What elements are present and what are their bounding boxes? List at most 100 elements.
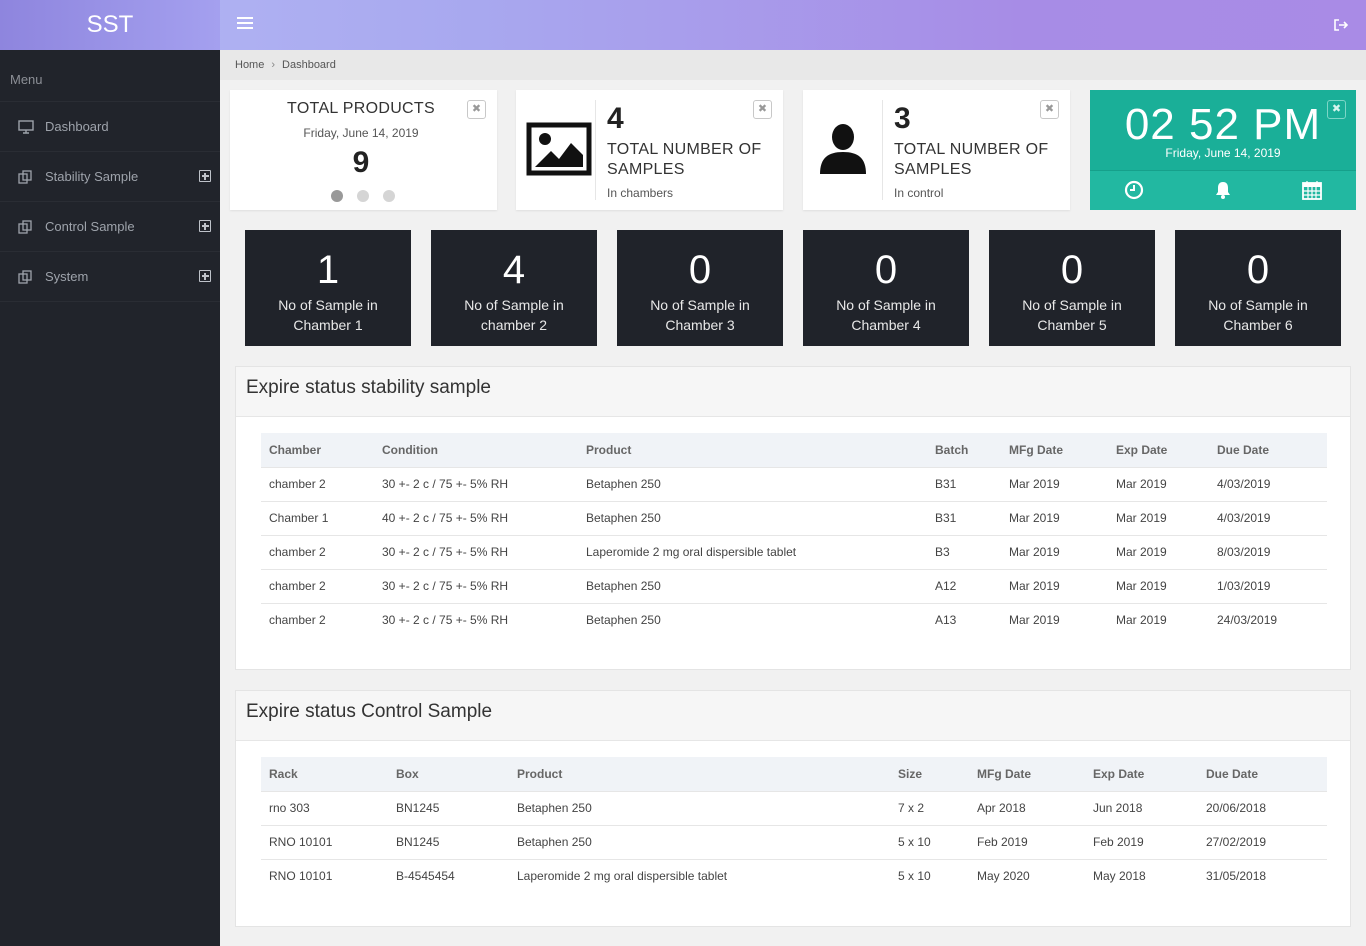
breadcrumb-current: Dashboard — [282, 59, 336, 71]
cell: Betaphen 250 — [509, 824, 890, 859]
cell: B31 — [927, 500, 1001, 535]
cell: 30 +- 2 c / 75 +- 5% RH — [374, 568, 578, 603]
column-header: Product — [586, 442, 632, 457]
carousel-dot[interactable] — [331, 190, 343, 202]
cell: A13 — [927, 602, 1001, 637]
cell: Jun 2018 — [1085, 790, 1198, 825]
image-icon — [526, 122, 592, 176]
carousel-dot[interactable] — [383, 190, 395, 202]
sidebar-item-system[interactable]: System — [0, 252, 220, 302]
chamber-count: 0 — [1246, 248, 1270, 292]
chamber-count: 0 — [688, 248, 712, 292]
chamber-label: No of Sample in Chamber 4 — [836, 297, 936, 333]
chamber-tile[interactable]: 0 No of Sample in Chamber 6 — [1175, 230, 1341, 346]
chamber-tile[interactable]: 0 No of Sample in Chamber 3 — [617, 230, 783, 346]
table-row: chamber 2 30 +- 2 c / 75 +- 5% RH Laperomi… — [261, 534, 1327, 569]
card-date: Friday, June 14, 2019 — [303, 126, 419, 140]
cell: 20/06/2018 — [1198, 790, 1327, 825]
bell-icon[interactable] — [1213, 180, 1233, 200]
chamber-tile[interactable]: 0 No of Sample in Chamber 5 — [989, 230, 1155, 346]
expand-plus-icon[interactable] — [199, 220, 211, 232]
chamber-label: No of Sample in Chamber 1 — [278, 297, 378, 333]
table-row: Chamber 1 40 +- 2 c / 75 +- 5% RH Betaphen… — [261, 500, 1327, 535]
control-expiry-table: Rack Box Product Size MFg Date Exp Date … — [261, 757, 1327, 893]
logout-icon[interactable] — [1333, 17, 1349, 33]
cell: Mar 2019 — [1108, 534, 1209, 569]
carousel-dot[interactable] — [357, 190, 369, 202]
card-value: 3 — [894, 102, 911, 135]
chamber-tile[interactable]: 0 No of Sample in Chamber 4 — [803, 230, 969, 346]
cell: 27/02/2019 — [1198, 824, 1327, 859]
user-icon — [820, 124, 866, 174]
chamber-count: 0 — [1060, 248, 1084, 292]
sidebar: Menu Dashboard Stability Sample Control … — [0, 50, 220, 946]
cell: Feb 2019 — [969, 824, 1085, 859]
column-header: Batch — [935, 442, 969, 457]
chamber-tile[interactable]: 4 No of Sample in chamber 2 — [431, 230, 597, 346]
cell: 30 +- 2 c / 75 +- 5% RH — [374, 602, 578, 637]
cell: B31 — [927, 466, 1001, 501]
cell: chamber 2 — [261, 602, 374, 637]
sidebar-item-dashboard[interactable]: Dashboard — [0, 102, 220, 152]
clock-icon[interactable] — [1124, 180, 1144, 200]
cell: Mar 2019 — [1001, 568, 1108, 603]
cell: Betaphen 250 — [578, 568, 927, 603]
column-header: MFg Date — [977, 766, 1031, 781]
clock-date: Friday, June 14, 2019 — [1165, 146, 1281, 160]
card-label: TOTAL NUMBER OF SAMPLES — [894, 141, 1049, 178]
sidebar-menu-heading: Menu — [0, 50, 220, 102]
close-icon[interactable]: ✖ — [1040, 100, 1059, 119]
breadcrumb: Home › Dashboard — [220, 50, 1366, 80]
cell: Mar 2019 — [1001, 602, 1108, 637]
clock-toolbar — [1090, 170, 1356, 210]
close-icon[interactable]: ✖ — [1327, 100, 1346, 119]
brand-logo[interactable]: SST — [0, 0, 220, 50]
chamber-tile[interactable]: 1 No of Sample in Chamber 1 — [245, 230, 411, 346]
table-row: chamber 2 30 +- 2 c / 75 +- 5% RH Betaphen… — [261, 602, 1327, 637]
sidebar-item-label: System — [45, 269, 89, 284]
cell: 4/03/2019 — [1209, 500, 1327, 535]
cell: rno 303 — [261, 790, 388, 825]
column-header: Exp Date — [1093, 766, 1145, 781]
cell: 24/03/2019 — [1209, 602, 1327, 637]
panel-title: Expire status stability sample — [236, 367, 1350, 417]
sidebar-item-label: Dashboard — [45, 119, 109, 134]
cell: A12 — [927, 568, 1001, 603]
cell: 7 x 2 — [890, 790, 969, 825]
cell: chamber 2 — [261, 568, 374, 603]
top-navbar: SST — [0, 0, 1366, 50]
cell: Mar 2019 — [1001, 534, 1108, 569]
cell: Mar 2019 — [1108, 500, 1209, 535]
table-row: rno 303 BN1245 Betaphen 250 7 x 2 Apr 2018 Ju… — [261, 790, 1327, 825]
cell: Betaphen 250 — [578, 602, 927, 637]
close-icon[interactable]: ✖ — [467, 100, 486, 119]
cell: RNO 10101 — [261, 858, 388, 893]
chamber-count: 1 — [316, 248, 340, 292]
hamburger-menu-icon[interactable] — [237, 17, 253, 31]
carousel-indicators — [331, 190, 395, 202]
expand-plus-icon[interactable] — [199, 270, 211, 282]
close-icon[interactable]: ✖ — [753, 100, 772, 119]
stability-expiry-table: Chamber Condition Product Batch MFg Date… — [261, 433, 1327, 637]
sidebar-item-stability-sample[interactable]: Stability Sample — [0, 152, 220, 202]
cell: May 2020 — [969, 858, 1085, 893]
monitor-icon — [18, 119, 34, 134]
cell: Laperomide 2 mg oral dispersible tablet — [509, 858, 890, 893]
cell: Mar 2019 — [1108, 466, 1209, 501]
column-header: Size — [898, 766, 923, 781]
calendar-icon[interactable] — [1302, 180, 1322, 200]
column-header: Condition — [382, 442, 438, 457]
cell: Betaphen 250 — [509, 790, 890, 825]
cell: chamber 2 — [261, 534, 374, 569]
cell: Feb 2019 — [1085, 824, 1198, 859]
cell: 30 +- 2 c / 75 +- 5% RH — [374, 534, 578, 569]
cell: BN1245 — [388, 790, 509, 825]
column-header: Due Date — [1217, 442, 1270, 457]
copy-icon — [18, 169, 32, 184]
cell: 1/03/2019 — [1209, 568, 1327, 603]
cell: 5 x 10 — [890, 824, 969, 859]
card-icon-area — [516, 100, 596, 200]
sidebar-item-control-sample[interactable]: Control Sample — [0, 202, 220, 252]
breadcrumb-home-link[interactable]: Home — [235, 59, 264, 71]
expand-plus-icon[interactable] — [199, 170, 211, 182]
